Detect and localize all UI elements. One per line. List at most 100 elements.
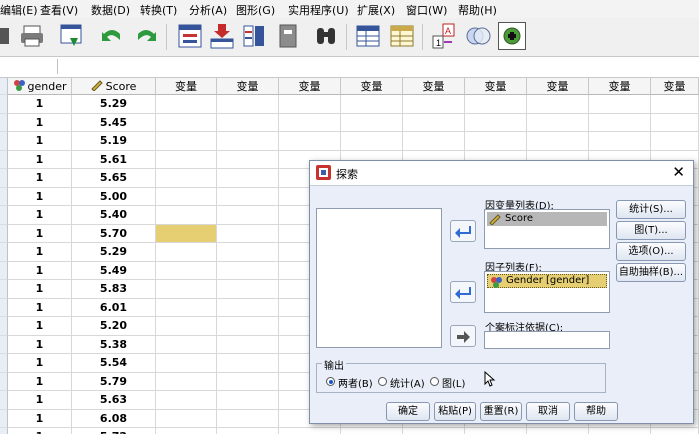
column-header-empty[interactable]: 变量 [341,78,403,95]
ok-button[interactable]: 确定 [386,402,430,421]
table-cell[interactable]: 1 [8,224,72,243]
table-cell[interactable]: 5.00 [72,187,156,206]
table-cell[interactable]: 5.45 [72,113,156,132]
table-cell[interactable] [279,428,341,434]
table-cell[interactable]: 1 [8,187,72,206]
value-labels-icon[interactable]: A1 [430,22,458,50]
redo-icon[interactable] [132,22,160,50]
table-cell[interactable]: 1 [8,335,72,354]
recall-dialog-icon[interactable] [58,22,86,50]
table-cell[interactable] [403,95,465,114]
find-data-icon[interactable] [274,22,302,50]
row-header[interactable] [0,150,8,169]
go-to-variable-icon[interactable] [208,22,236,50]
table-cell[interactable] [465,132,527,151]
table-cell[interactable] [156,95,217,114]
table-cell[interactable]: 1 [8,391,72,410]
table-cell[interactable] [217,224,279,243]
table-cell[interactable] [156,132,217,151]
table-cell[interactable]: 5.54 [72,354,156,373]
undo-icon[interactable] [98,22,126,50]
table-cell[interactable] [589,428,651,434]
table-cell[interactable] [341,428,403,434]
variables-icon[interactable] [240,22,268,50]
row-header[interactable] [0,372,8,391]
row-header[interactable] [0,335,8,354]
table-cell[interactable] [589,132,651,151]
table-cell[interactable] [341,132,403,151]
table-cell[interactable]: 5.61 [72,150,156,169]
table-cell[interactable] [156,187,217,206]
table-cell[interactable]: 5.63 [72,391,156,410]
row-header[interactable] [0,243,8,262]
column-header-score[interactable]: Score [72,78,156,95]
table-cell[interactable] [156,335,217,354]
table-cell[interactable] [217,372,279,391]
table-cell[interactable] [527,113,589,132]
table-cell[interactable]: 5.83 [72,280,156,299]
paste-button[interactable]: 粘贴(P) [434,402,476,421]
table-cell[interactable] [217,243,279,262]
table-cell[interactable] [156,261,217,280]
table-cell[interactable]: 5.79 [72,372,156,391]
table-cell[interactable] [217,335,279,354]
table-cell[interactable]: 5.29 [72,243,156,262]
row-header[interactable] [0,224,8,243]
table-cell[interactable] [589,95,651,114]
row-header[interactable] [0,428,8,434]
table-cell[interactable] [217,317,279,336]
factor-list[interactable]: Gender [gender] [484,271,610,313]
table-cell[interactable]: 6.08 [72,409,156,428]
table-cell[interactable]: 5.49 [72,261,156,280]
table-cell[interactable] [217,428,279,434]
menu-transform[interactable]: 转换(T) [140,2,177,18]
table-cell[interactable]: 1 [8,243,72,262]
table-cell[interactable] [156,206,217,225]
split-file-icon[interactable] [354,22,382,50]
menu-data[interactable]: 数据(D) [91,2,130,18]
table-cell[interactable] [527,132,589,151]
show-all-variables-icon[interactable] [498,22,526,50]
cancel-button[interactable]: 取消 [526,402,570,421]
table-cell[interactable]: 6.01 [72,298,156,317]
row-header[interactable] [0,317,8,336]
dependent-list[interactable]: Score [484,209,610,249]
row-header[interactable] [0,113,8,132]
table-cell[interactable] [156,354,217,373]
table-cell[interactable]: 1 [8,409,72,428]
move-to-label-button[interactable] [450,325,476,347]
table-cell[interactable]: 5.65 [72,169,156,188]
print-icon[interactable] [18,22,46,50]
menu-graphs[interactable]: 图形(G) [236,2,275,18]
table-cell[interactable]: 1 [8,372,72,391]
table-cell[interactable] [156,409,217,428]
table-cell[interactable] [217,354,279,373]
table-cell[interactable] [651,428,699,434]
table-cell[interactable]: 1 [8,169,72,188]
column-header-gender[interactable]: gender [8,78,72,95]
table-cell[interactable] [279,113,341,132]
factor-list-item[interactable]: Gender [gender] [487,274,607,288]
table-cell[interactable] [156,113,217,132]
table-cell[interactable]: 5.38 [72,335,156,354]
table-cell[interactable] [279,95,341,114]
help-button[interactable]: 帮助 [574,402,618,421]
column-header-empty[interactable]: 变量 [651,78,699,95]
table-cell[interactable] [156,298,217,317]
table-cell[interactable] [217,150,279,169]
use-variable-sets-icon[interactable] [464,22,492,50]
radio-both[interactable] [326,377,335,386]
table-cell[interactable] [651,113,699,132]
reset-button[interactable]: 重置(R) [480,402,522,421]
table-cell[interactable] [403,113,465,132]
statistics-button[interactable]: 统计(S)... [616,200,686,219]
table-cell[interactable]: 5.19 [72,132,156,151]
menu-window[interactable]: 窗口(W) [406,2,447,18]
options-button[interactable]: 选项(O)... [616,242,686,261]
row-header[interactable] [0,354,8,373]
column-header-empty[interactable]: 变量 [527,78,589,95]
table-cell[interactable] [217,261,279,280]
table-cell[interactable]: 5.40 [72,206,156,225]
table-cell[interactable] [217,206,279,225]
table-cell[interactable] [217,280,279,299]
